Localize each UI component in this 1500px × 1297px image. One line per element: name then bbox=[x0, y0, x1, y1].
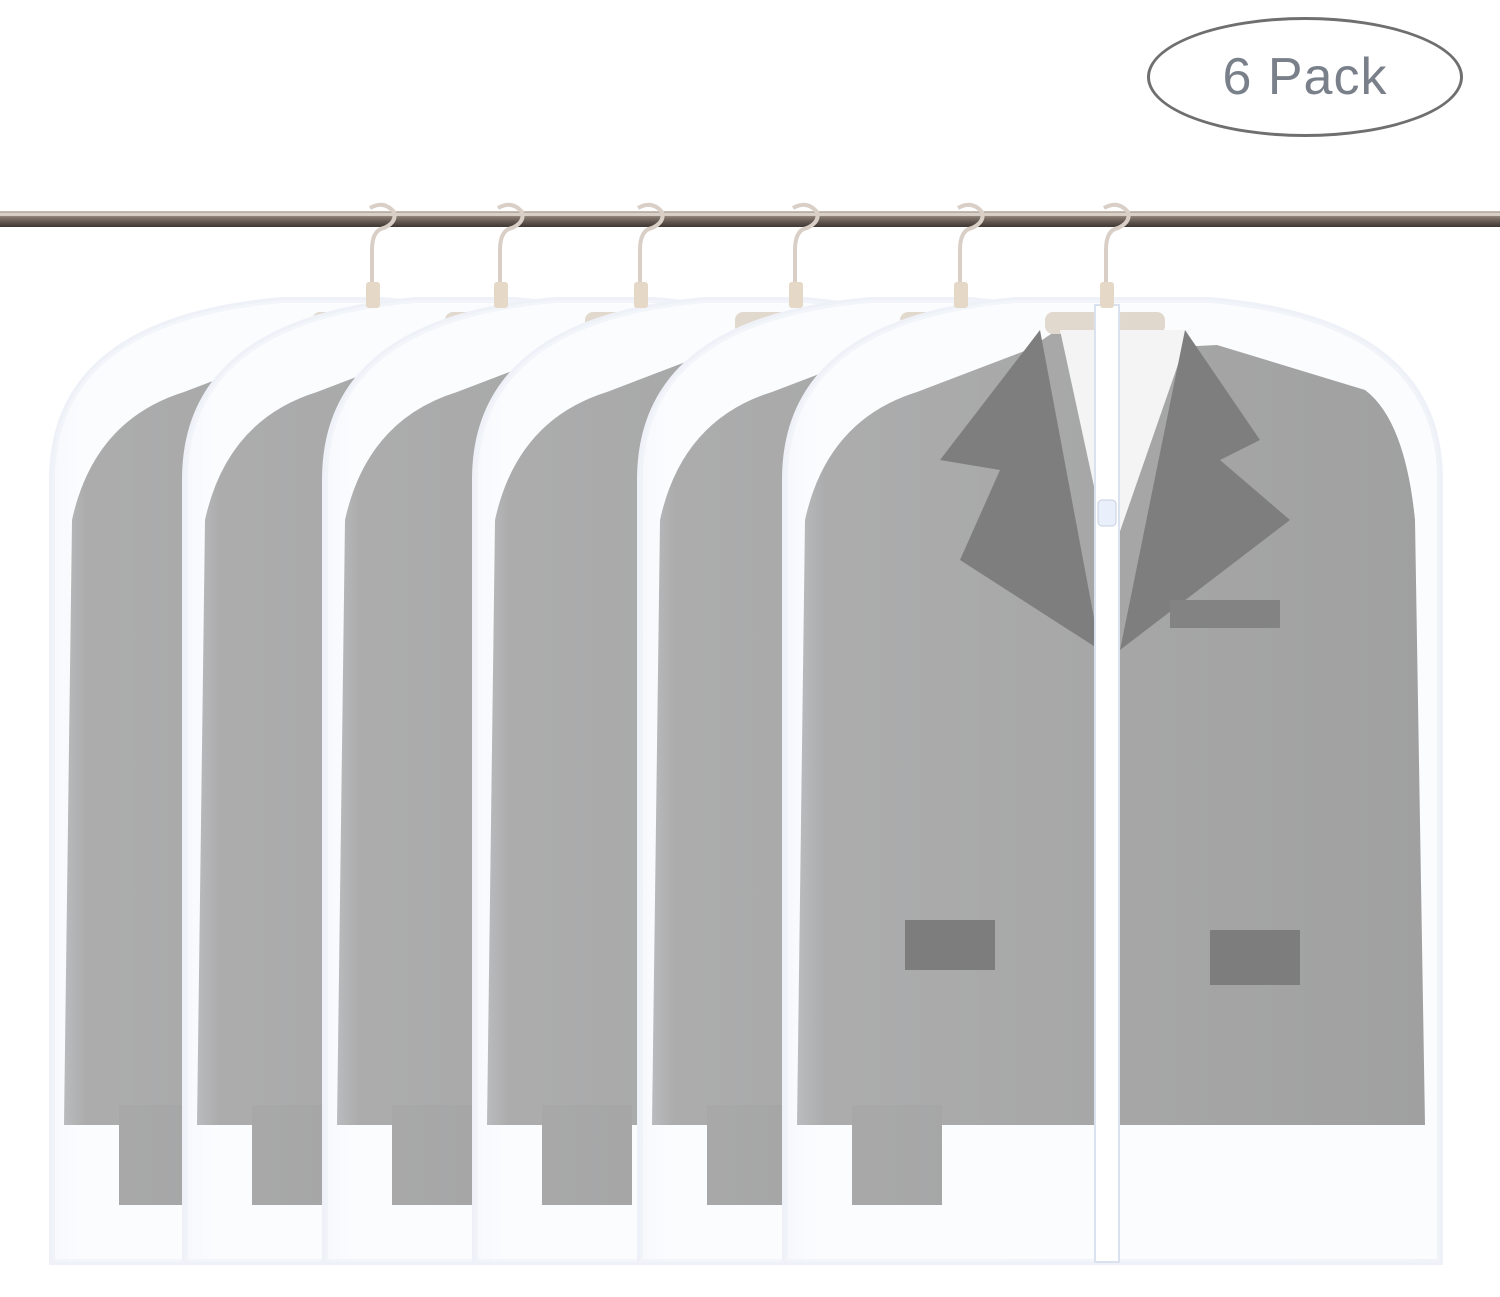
pack-count-badge: 6 Pack bbox=[1147, 17, 1463, 137]
breast-pocket bbox=[1170, 600, 1280, 628]
zipper-pull bbox=[1097, 499, 1117, 527]
clothes-rod bbox=[0, 211, 1500, 227]
pack-count-label: 6 Pack bbox=[1222, 48, 1388, 106]
garment-bag-6 bbox=[782, 297, 1443, 1265]
pocket-right bbox=[1210, 930, 1300, 985]
zipper bbox=[1094, 304, 1120, 1263]
product-photo: 6 Pack bbox=[0, 0, 1500, 1292]
garment-bags-group bbox=[49, 297, 1443, 1265]
pocket-left bbox=[905, 920, 995, 970]
garment-bags-illustration bbox=[0, 202, 1500, 1265]
